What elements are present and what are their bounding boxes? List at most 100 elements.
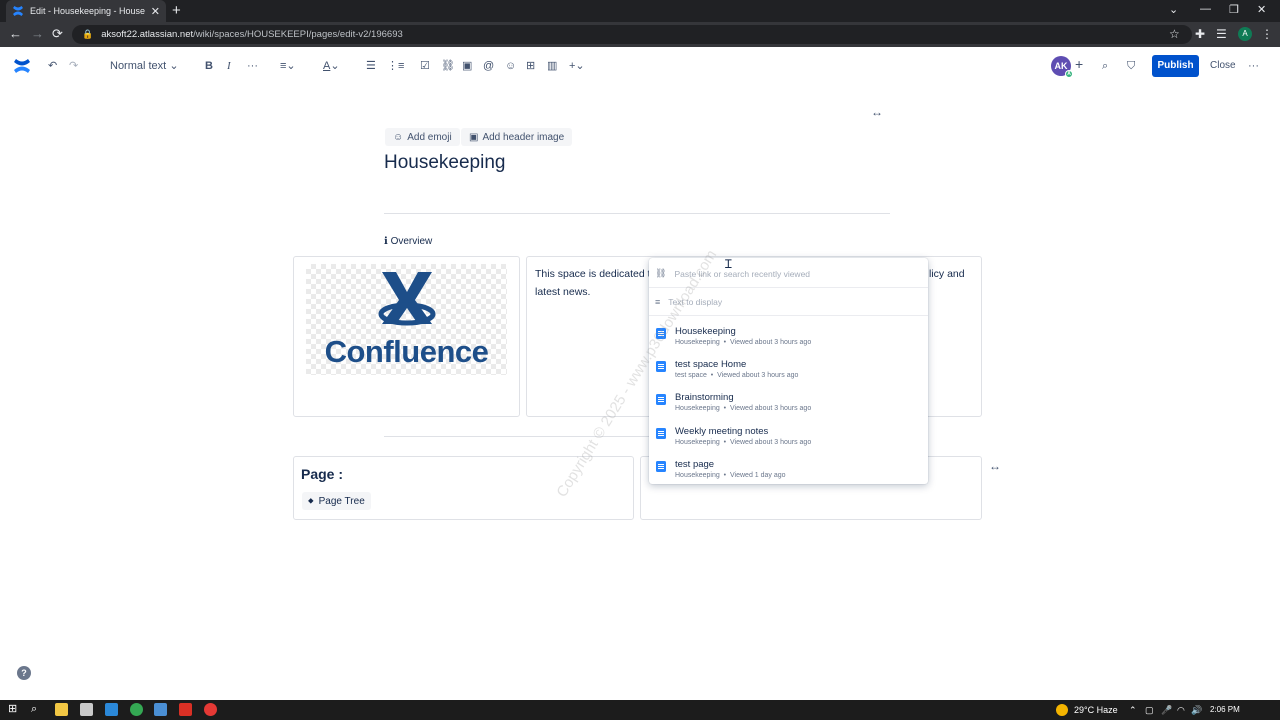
search-result-item[interactable]: test page Housekeeping • Viewed 1 day ag… xyxy=(656,459,921,489)
confluence-mark-icon xyxy=(378,272,436,326)
back-icon[interactable]: ← xyxy=(9,27,22,41)
page-tree-icon: ⬥ xyxy=(308,496,314,505)
browser-tab[interactable]: Edit - Housekeeping - Housekeeping ✕ xyxy=(6,0,166,22)
minimize-icon[interactable]: — xyxy=(1200,3,1211,15)
browser-tab-strip: Edit - Housekeeping - Housekeeping ✕ + ⌄… xyxy=(0,0,1280,22)
find-replace-icon[interactable]: ⌕ xyxy=(1102,59,1108,73)
confluence-favicon-icon xyxy=(13,6,23,16)
undo-icon[interactable]: ↶ xyxy=(48,59,57,73)
text-lines-icon: ≡ xyxy=(655,296,661,307)
more-actions-icon[interactable]: ··· xyxy=(1248,59,1259,73)
tab-search-icon[interactable]: ⌄ xyxy=(1169,3,1178,16)
add-emoji-button[interactable]: ☺ Add emoji xyxy=(385,128,460,146)
title-divider xyxy=(384,213,890,214)
description-text[interactable]: This space is dedicated t xyxy=(535,265,651,283)
windows-taskbar: ⊞ ⌕ 29°C Haze ⌃ ▢ 🎤 ◠ 🔊 2:06 PM xyxy=(0,700,1280,720)
tray-app-icon[interactable]: ▢ xyxy=(1145,704,1154,716)
confluence-logo-text: Confluence xyxy=(324,334,489,369)
description-text-line2[interactable]: latest news. xyxy=(535,283,590,301)
bold-icon[interactable]: B xyxy=(205,59,213,73)
page-icon xyxy=(656,461,666,472)
page-icon xyxy=(656,394,666,405)
tab-title: Edit - Housekeeping - Housekeeping xyxy=(30,6,145,16)
page-icon xyxy=(656,361,666,372)
more-formatting-icon[interactable]: ··· xyxy=(247,59,258,73)
lock-icon: 🔒 xyxy=(82,29,94,39)
text-color-icon[interactable]: A⌄ xyxy=(323,59,340,73)
avatar-badge: A xyxy=(1065,70,1073,78)
add-header-image-button[interactable]: ▣ Add header image xyxy=(461,128,573,146)
store-icon[interactable] xyxy=(80,703,93,716)
help-icon[interactable]: ? xyxy=(17,666,31,680)
confluence-logo-icon[interactable] xyxy=(13,57,31,75)
search-result-item[interactable]: test space Home test space • Viewed abou… xyxy=(656,359,921,389)
weather-sun-icon xyxy=(1056,704,1068,716)
chevron-down-icon: ⌄ xyxy=(169,60,179,72)
chrome-menu-icon[interactable]: ⋮ xyxy=(1261,27,1273,41)
close-tab-icon[interactable]: ✕ xyxy=(151,5,160,18)
search-result-item[interactable]: Weekly meeting notes Housekeeping • View… xyxy=(656,426,921,456)
editor-toolbar: ↶ ↷ Normal text ⌄ B I ··· ≡⌄ A⌄ ☰ ⋮≡ ☑ ⛓… xyxy=(0,47,1280,85)
user-avatar[interactable]: AK A xyxy=(1051,56,1073,78)
invite-plus-icon[interactable]: + xyxy=(1075,57,1083,71)
windows-start-icon[interactable]: ⊞ xyxy=(8,703,17,715)
confluence-logo-image[interactable]: Confluence xyxy=(306,264,507,375)
italic-icon[interactable]: I xyxy=(227,59,231,73)
volume-icon[interactable]: 🔊 xyxy=(1191,704,1202,716)
search-result-item[interactable]: Brainstorming Housekeeping • Viewed abou… xyxy=(656,392,921,422)
page-icon xyxy=(656,428,666,439)
publish-button[interactable]: Publish xyxy=(1152,55,1199,77)
reload-icon[interactable]: ⟳ xyxy=(52,27,63,41)
info-icon: ℹ xyxy=(384,236,388,247)
page-heading[interactable]: Page : xyxy=(301,466,343,482)
browser-address-bar: ← → ⟳ 🔒 aksoft22.atlassian.net/wiki/spac… xyxy=(0,22,1280,47)
search-result-item[interactable]: Housekeeping Housekeeping • Viewed about… xyxy=(656,326,921,356)
alignment-icon[interactable]: ≡⌄ xyxy=(280,59,296,73)
redo-icon[interactable]: ↷ xyxy=(69,59,78,73)
bullet-list-icon[interactable]: ☰ xyxy=(366,59,376,73)
layout-icon[interactable]: ▥ xyxy=(547,59,557,73)
forward-icon[interactable]: → xyxy=(31,27,44,41)
recorder-icon[interactable] xyxy=(204,703,217,716)
emoji-icon[interactable]: ☺ xyxy=(505,59,516,73)
link-icon[interactable]: ⛓ xyxy=(441,59,455,73)
reading-list-icon[interactable]: ☰ xyxy=(1216,27,1227,41)
layout-width-toggle-icon[interactable]: ↔ xyxy=(989,459,1001,473)
description-text-tail[interactable]: licy and xyxy=(929,265,965,283)
close-button[interactable]: Close xyxy=(1210,60,1236,71)
url-input[interactable]: 🔒 aksoft22.atlassian.net/wiki/spaces/HOU… xyxy=(72,25,1192,44)
url-text: aksoft22.atlassian.net/wiki/spaces/HOUSE… xyxy=(101,29,403,40)
mail-icon[interactable] xyxy=(105,703,118,716)
bookmark-star-icon[interactable]: ☆ xyxy=(1169,27,1180,41)
tray-chevron-icon[interactable]: ⌃ xyxy=(1129,704,1137,716)
table-icon[interactable]: ⊞ xyxy=(526,59,535,73)
clock-time[interactable]: 2:06 PM xyxy=(1210,704,1240,716)
microphone-icon[interactable]: 🎤 xyxy=(1161,704,1172,716)
file-explorer-icon[interactable] xyxy=(55,703,68,716)
full-width-toggle-icon[interactable]: ↔ xyxy=(871,105,883,119)
restore-icon[interactable]: ❐ xyxy=(1229,3,1239,16)
extensions-icon[interactable]: ✚ xyxy=(1195,27,1205,41)
pdf-reader-icon[interactable] xyxy=(179,703,192,716)
emoji-icon: ☺ xyxy=(393,131,404,143)
overview-heading[interactable]: ℹ Overview xyxy=(384,236,432,247)
weather-text[interactable]: 29°C Haze xyxy=(1074,704,1118,716)
new-tab-icon[interactable]: + xyxy=(172,2,181,19)
text-cursor-icon: Ɪ xyxy=(725,257,732,271)
wifi-icon[interactable]: ◠ xyxy=(1177,704,1185,716)
link-icon: ⛓ xyxy=(655,268,667,278)
text-style-dropdown[interactable]: Normal text ⌄ xyxy=(110,59,179,73)
restrictions-icon[interactable]: ⛉ xyxy=(1127,59,1135,73)
chrome-icon[interactable] xyxy=(130,703,143,716)
task-icon[interactable]: ☑ xyxy=(420,59,430,73)
image-icon[interactable]: ▣ xyxy=(462,59,472,73)
mention-icon[interactable]: @ xyxy=(483,59,494,73)
search-icon[interactable]: ⌕ xyxy=(31,703,37,715)
window-close-icon[interactable]: ✕ xyxy=(1257,3,1266,16)
insert-more-icon[interactable]: +⌄ xyxy=(569,59,585,73)
profile-avatar[interactable]: A xyxy=(1238,27,1252,41)
remote-desktop-icon[interactable] xyxy=(154,703,167,716)
page-tree-macro[interactable]: ⬥ Page Tree xyxy=(302,492,371,510)
page-title[interactable]: Housekeeping xyxy=(384,152,505,174)
numbered-list-icon[interactable]: ⋮≡ xyxy=(387,59,404,73)
